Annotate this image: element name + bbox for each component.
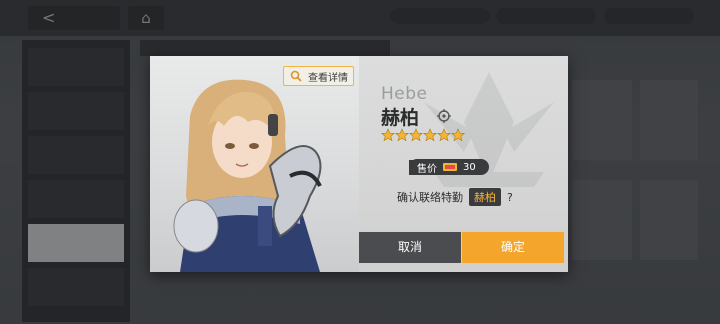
character-illustration — [173, 79, 322, 272]
details-label: 查看详情 — [308, 72, 348, 84]
confirm-message: 确认联络特勤 赫柏 ? — [397, 188, 513, 206]
star-icon — [451, 128, 465, 142]
star-icon — [381, 128, 395, 142]
confirm-button[interactable]: 确定 — [462, 232, 564, 263]
price-value: 30 — [463, 161, 476, 173]
details-button[interactable]: 查看详情 — [283, 66, 354, 86]
confirm-dialog: 查看详情 Hebe 赫柏 售价 30 确认联络特勤 赫柏 ? 取消 确定 — [150, 56, 568, 272]
magnifier-icon — [290, 70, 302, 82]
confirm-suffix: ? — [507, 190, 513, 204]
star-icon — [437, 128, 451, 142]
character-name: 赫柏 — [381, 107, 420, 129]
cancel-button[interactable]: 取消 — [359, 232, 461, 263]
star-icon — [409, 128, 423, 142]
price-label: 售价 — [409, 159, 443, 175]
confirm-name-badge: 赫柏 — [469, 188, 501, 206]
character-portrait: 查看详情 — [150, 56, 359, 272]
ticket-icon — [443, 163, 457, 171]
price-pill: 售价 30 — [409, 159, 489, 175]
star-icon — [395, 128, 409, 142]
star-rating — [381, 128, 465, 142]
english-name: Hebe — [381, 84, 428, 104]
confirm-prefix: 确认联络特勤 — [397, 191, 463, 204]
location-icon[interactable] — [437, 109, 451, 123]
star-icon — [423, 128, 437, 142]
